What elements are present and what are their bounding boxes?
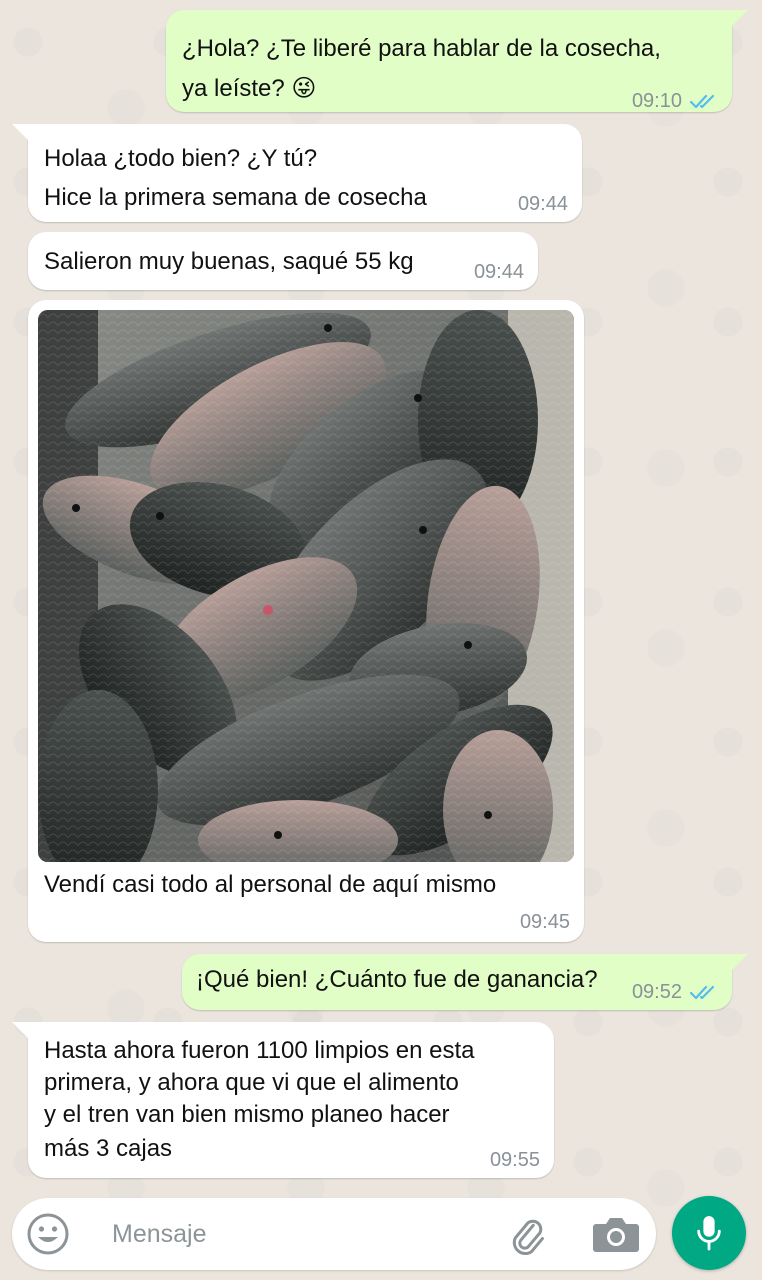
double-check-icon (690, 985, 715, 1000)
message-text-line: más 3 cajas (44, 1135, 173, 1162)
message-text-line: Salieron muy buenas, saqué 55 kg (44, 248, 414, 275)
message-incoming[interactable]: Hasta ahora fueron 1100 limpios en esta … (12, 1022, 554, 1178)
message-text-line: ya leíste? 😜 (182, 75, 317, 102)
photo-caption: Vendí casi todo al personal de aquí mism… (44, 871, 497, 898)
message-incoming-photo[interactable]: Vendí casi todo al personal de aquí mism… (28, 300, 584, 942)
double-check-icon (690, 94, 715, 109)
bubble-tail (12, 124, 30, 142)
message-incoming[interactable]: Salieron muy buenas, saqué 55 kg 09:44 (28, 232, 538, 290)
message-time: 09:44 (473, 261, 524, 283)
bubble-tail (730, 954, 748, 972)
message-input[interactable]: Mensaje (112, 1219, 207, 1249)
message-time: 09:45 (519, 911, 570, 933)
message-meta: 09:45 (520, 912, 570, 932)
message-text-line: ¡Qué bien! ¿Cuánto fue de ganancia? (196, 966, 598, 993)
fish-photo[interactable] (38, 310, 574, 862)
message-outgoing[interactable]: ¿Hola? ¿Te liberé para hablar de la cose… (166, 10, 748, 112)
microphone-icon[interactable] (672, 1196, 746, 1270)
message-meta: 09:44 (518, 194, 568, 214)
message-meta: 09:10 (632, 91, 718, 111)
message-time: 09:10 (631, 90, 682, 112)
message-time: 09:55 (489, 1149, 540, 1171)
bubble-tail (730, 10, 748, 28)
message-incoming[interactable]: Holaa ¿todo bien? ¿Y tú? Hice la primera… (12, 124, 582, 222)
message-meta: 09:55 (490, 1150, 540, 1170)
message-input-bar: Mensaje (12, 1198, 656, 1270)
message-meta: 09:52 (632, 982, 718, 1002)
message-time: 09:52 (631, 981, 682, 1003)
message-text-line: y el tren van bien mismo planeo hacer (44, 1101, 450, 1128)
message-text-line: ¿Hola? ¿Te liberé para hablar de la cose… (182, 35, 661, 62)
message-time: 09:44 (517, 193, 568, 215)
message-text-line: Hice la primera semana de cosecha (44, 184, 427, 211)
message-text-line: Holaa ¿todo bien? ¿Y tú? (44, 145, 318, 172)
bubble-tail (12, 1022, 30, 1040)
emoji-icon[interactable] (26, 1212, 70, 1256)
fish-photo-image (38, 310, 574, 862)
paperclip-icon[interactable] (504, 1212, 548, 1256)
message-meta: 09:44 (474, 262, 524, 282)
camera-icon[interactable] (590, 1212, 642, 1256)
message-outgoing[interactable]: ¡Qué bien! ¿Cuánto fue de ganancia? 09:5… (182, 954, 748, 1010)
